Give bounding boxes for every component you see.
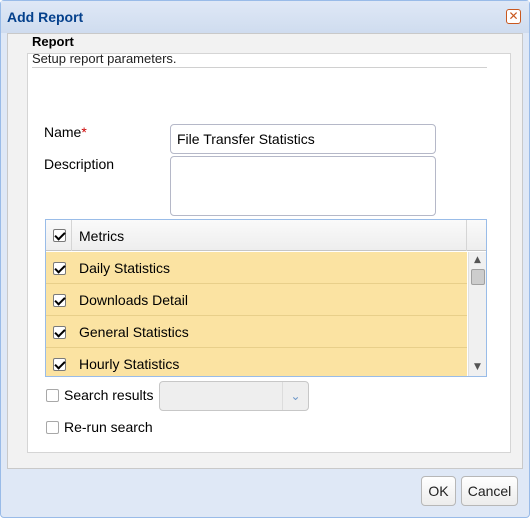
metric-label: General Statistics bbox=[79, 324, 189, 340]
search-results-combo[interactable]: ⌄ bbox=[159, 381, 309, 411]
rerun-search-checkbox[interactable] bbox=[46, 421, 59, 434]
scroll-down-icon[interactable]: ▼ bbox=[472, 362, 483, 373]
metric-checkbox[interactable] bbox=[53, 358, 66, 371]
required-marker: * bbox=[81, 124, 87, 140]
scrollbar-thumb[interactable] bbox=[471, 269, 485, 285]
cancel-button[interactable]: Cancel bbox=[461, 476, 518, 506]
name-field[interactable] bbox=[170, 124, 436, 154]
metrics-grid-header: Metrics bbox=[46, 220, 486, 251]
metric-label: Downloads Detail bbox=[79, 292, 188, 308]
metric-row[interactable]: Downloads Detail bbox=[46, 284, 467, 316]
metric-row[interactable]: Hourly Statistics bbox=[46, 348, 467, 376]
metrics-column-header: Metrics bbox=[79, 228, 125, 244]
description-label: Description bbox=[44, 156, 115, 172]
search-results-checkbox[interactable] bbox=[46, 389, 59, 402]
metric-checkbox[interactable] bbox=[53, 326, 66, 339]
metric-row[interactable]: Daily Statistics bbox=[46, 252, 467, 284]
metric-label: Hourly Statistics bbox=[79, 356, 180, 372]
metric-checkbox[interactable] bbox=[53, 262, 66, 275]
description-field[interactable] bbox=[170, 156, 436, 216]
dialog-titlebar[interactable]: Add Report ✕ bbox=[1, 1, 529, 33]
header-end-cell bbox=[466, 220, 486, 251]
metric-checkbox[interactable] bbox=[53, 294, 66, 307]
rerun-search-label: Re-run search bbox=[64, 419, 153, 435]
metrics-grid: Metrics Daily Statistics Downloads Detai… bbox=[45, 219, 487, 377]
name-label: Name* bbox=[44, 124, 87, 140]
ok-button[interactable]: OK bbox=[421, 476, 456, 506]
select-all-checkbox[interactable] bbox=[53, 229, 66, 242]
add-report-dialog: Add Report ✕ Report Setup report paramet… bbox=[0, 0, 530, 518]
section-title: Report bbox=[32, 34, 74, 49]
chevron-down-icon[interactable]: ⌄ bbox=[282, 382, 308, 410]
section-subtitle: Setup report parameters. bbox=[32, 51, 177, 66]
close-icon[interactable]: ✕ bbox=[506, 9, 521, 24]
dialog-title: Add Report bbox=[7, 9, 84, 25]
section-divider bbox=[32, 67, 487, 68]
metric-label: Daily Statistics bbox=[79, 260, 171, 276]
scroll-up-icon[interactable]: ▲ bbox=[472, 255, 483, 266]
metrics-scrollbar[interactable]: ▲ ▼ bbox=[468, 252, 486, 376]
search-results-label: Search results bbox=[64, 387, 154, 403]
metric-row[interactable]: General Statistics bbox=[46, 316, 467, 348]
